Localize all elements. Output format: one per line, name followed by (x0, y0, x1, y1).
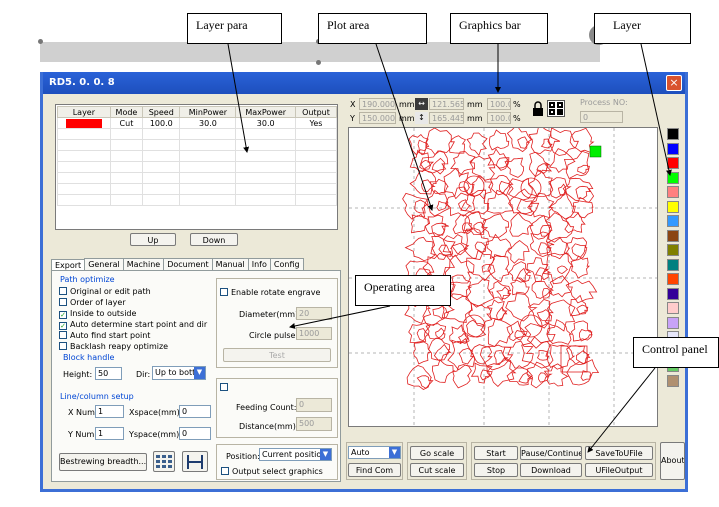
callout-pointers (227, 43, 672, 453)
